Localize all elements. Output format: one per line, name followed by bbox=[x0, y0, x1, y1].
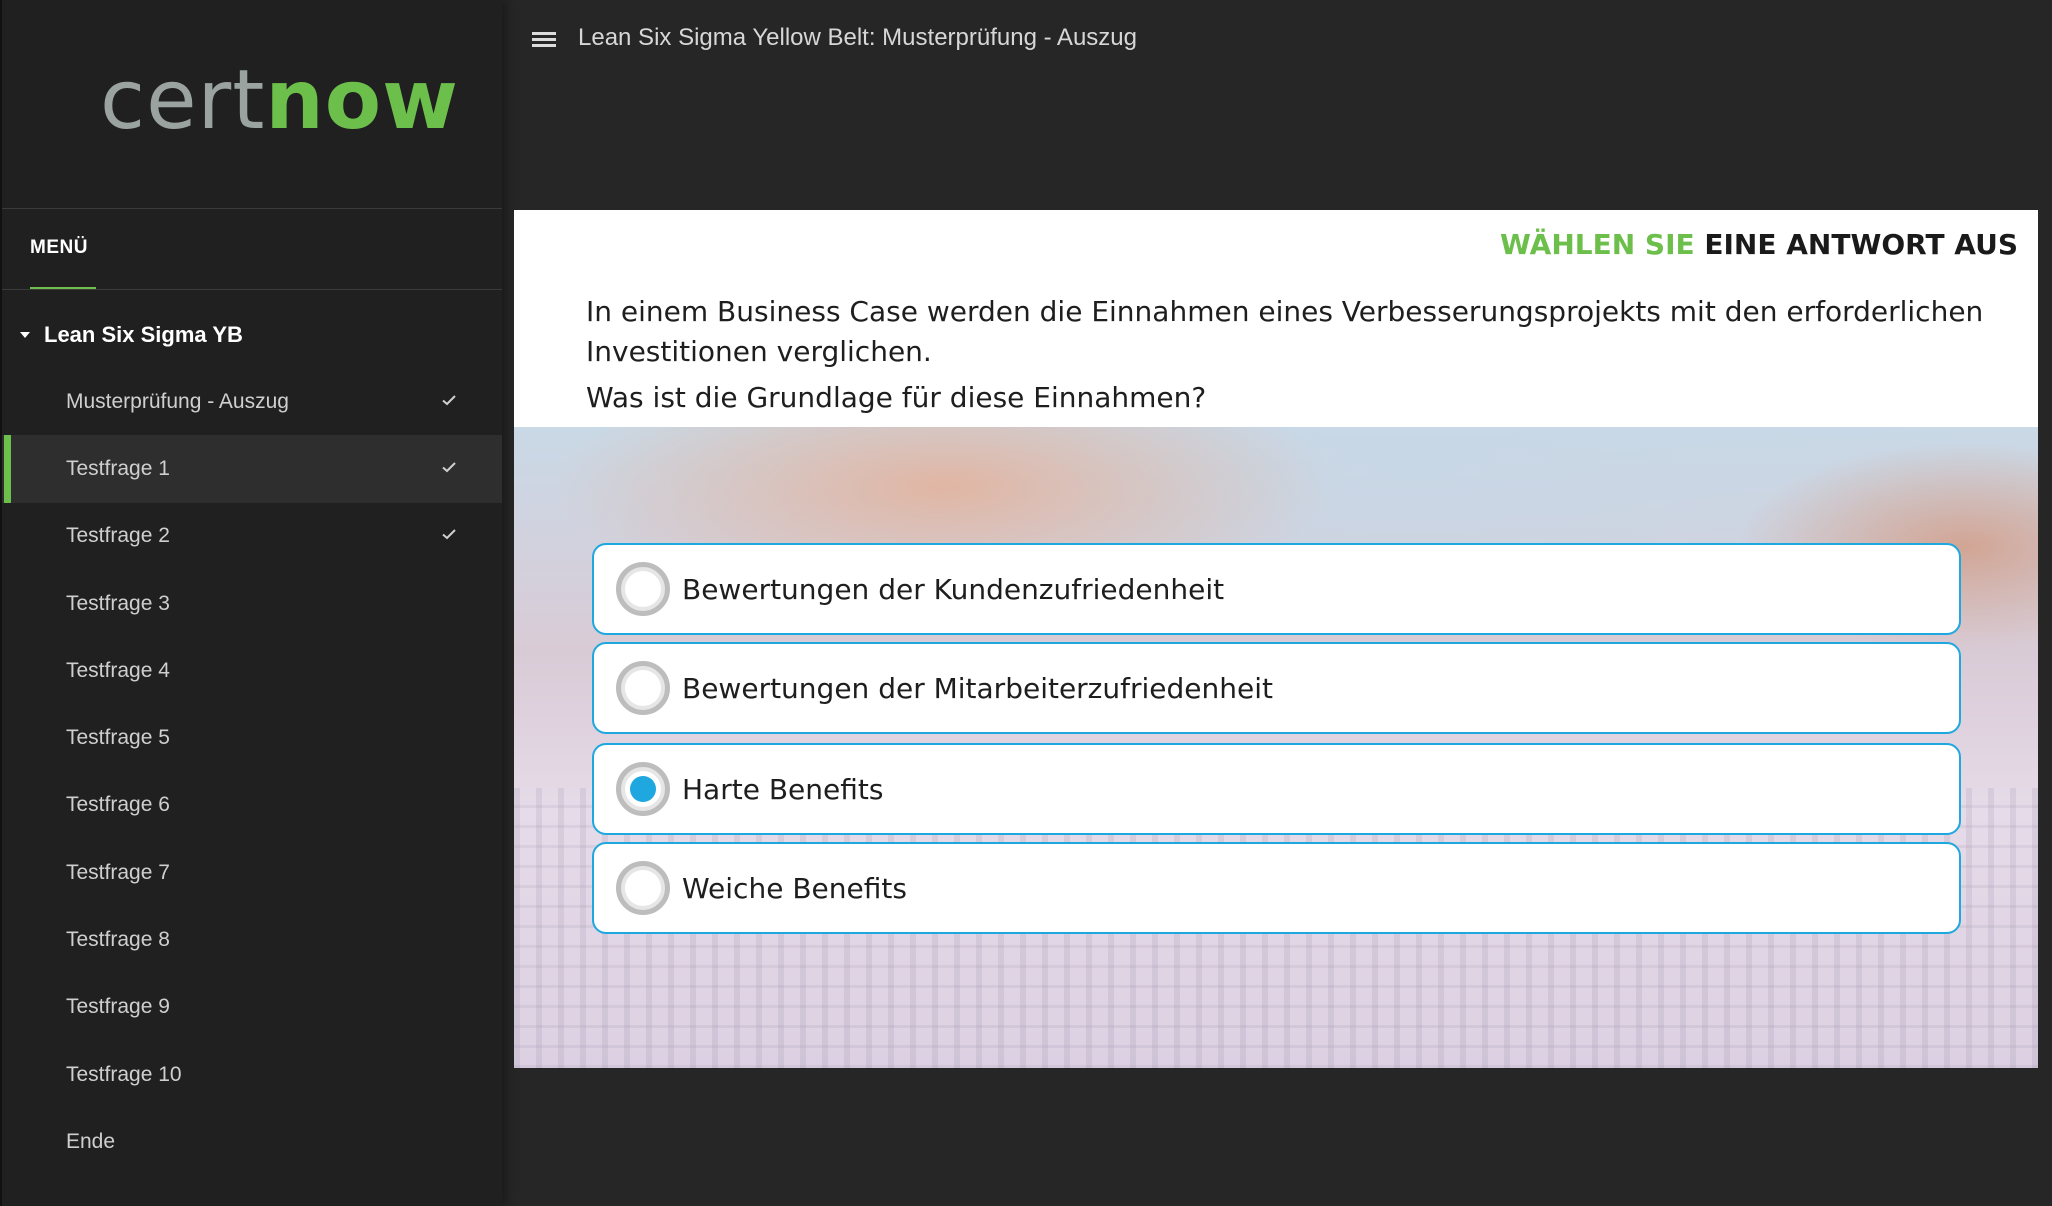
sidebar-item-label: Testfrage 1 bbox=[66, 456, 170, 480]
sidebar-section-lean-six-sigma[interactable]: Lean Six Sigma YB bbox=[20, 322, 243, 348]
answer-option-1[interactable]: Bewertungen der Kundenzufriedenheit bbox=[592, 543, 1961, 635]
course-title: Lean Six Sigma Yellow Belt: Musterprüfun… bbox=[578, 24, 1137, 51]
radio-selected-icon[interactable] bbox=[616, 762, 670, 816]
logo-part-cert: cert bbox=[100, 53, 266, 148]
instruction-rest: EINE ANTWORT AUS bbox=[1704, 228, 2018, 261]
answer-instruction: WÄHLEN SIE EINE ANTWORT AUS bbox=[1500, 228, 2018, 261]
question-card: WÄHLEN SIE EINE ANTWORT AUS In einem Bus… bbox=[514, 210, 2038, 1068]
sidebar-item-testfrage-3[interactable]: Testfrage 3 bbox=[2, 570, 502, 637]
instruction-highlight: WÄHLEN SIE bbox=[1500, 228, 1695, 261]
answer-label: Bewertungen der Kundenzufriedenheit bbox=[682, 572, 1225, 606]
sidebar-item-label: Testfrage 10 bbox=[66, 1062, 182, 1086]
sidebar-item-label: Testfrage 4 bbox=[66, 658, 170, 682]
sidebar-item-musterpruefung[interactable]: Musterprüfung - Auszug bbox=[2, 368, 502, 435]
sidebar-item-label: Testfrage 6 bbox=[66, 793, 170, 817]
sidebar-item-testfrage-9[interactable]: Testfrage 9 bbox=[2, 974, 502, 1041]
tab-menu[interactable]: MENÜ bbox=[30, 237, 88, 259]
answer-option-4[interactable]: Weiche Benefits bbox=[592, 842, 1961, 934]
caret-down-icon bbox=[20, 332, 30, 338]
sidebar-item-label: Testfrage 2 bbox=[66, 524, 170, 548]
sidebar-item-label: Musterprüfung - Auszug bbox=[66, 389, 289, 413]
sidebar-item-testfrage-8[interactable]: Testfrage 8 bbox=[2, 906, 502, 973]
sidebar-item-label: Testfrage 3 bbox=[66, 591, 170, 615]
sidebar-item-label: Testfrage 7 bbox=[66, 860, 170, 884]
sidebar-item-testfrage-5[interactable]: Testfrage 5 bbox=[2, 704, 502, 771]
checkmark-icon bbox=[442, 394, 456, 406]
sidebar-item-testfrage-7[interactable]: Testfrage 7 bbox=[2, 839, 502, 906]
answer-option-2[interactable]: Bewertungen der Mitarbeiterzufriedenheit bbox=[592, 642, 1961, 734]
sidebar-item-testfrage-6[interactable]: Testfrage 6 bbox=[2, 772, 502, 839]
question-text: In einem Business Case werden die Einnah… bbox=[586, 292, 2016, 418]
radio-unselected-icon[interactable] bbox=[616, 661, 670, 715]
certnow-logo: certnow bbox=[100, 60, 459, 142]
answer-label: Weiche Benefits bbox=[682, 871, 907, 905]
radio-unselected-icon[interactable] bbox=[616, 861, 670, 915]
answer-option-3[interactable]: Harte Benefits bbox=[592, 743, 1961, 835]
logo-divider bbox=[2, 208, 502, 209]
answer-label: Harte Benefits bbox=[682, 772, 884, 806]
radio-unselected-icon[interactable] bbox=[616, 562, 670, 616]
answer-options: Bewertungen der Kundenzufriedenheit Bewe… bbox=[592, 543, 1961, 941]
sidebar-item-label: Testfrage 8 bbox=[66, 928, 170, 952]
sidebar-section-label: Lean Six Sigma YB bbox=[44, 322, 243, 347]
hamburger-icon[interactable] bbox=[532, 32, 556, 48]
sidebar-item-label: Ende bbox=[66, 1129, 116, 1153]
menu-divider bbox=[2, 289, 502, 290]
sidebar-item-testfrage-1[interactable]: Testfrage 1 bbox=[2, 435, 502, 503]
logo-part-now: now bbox=[265, 53, 459, 148]
sidebar-item-testfrage-10[interactable]: Testfrage 10 bbox=[2, 1041, 502, 1108]
sidebar: certnow MENÜ Lean Six Sigma YB Musterprü… bbox=[0, 0, 502, 1206]
sidebar-item-label: Testfrage 9 bbox=[66, 995, 170, 1019]
sidebar-item-testfrage-2[interactable]: Testfrage 2 bbox=[2, 503, 502, 570]
sidebar-item-label: Testfrage 5 bbox=[66, 726, 170, 750]
answer-label: Bewertungen der Mitarbeiterzufriedenheit bbox=[682, 671, 1273, 705]
sidebar-nav-list: Musterprüfung - Auszug Testfrage 1 Testf… bbox=[2, 368, 502, 1176]
sidebar-item-testfrage-4[interactable]: Testfrage 4 bbox=[2, 637, 502, 704]
question-line-1: In einem Business Case werden die Einnah… bbox=[586, 295, 1984, 368]
sidebar-item-ende[interactable]: Ende bbox=[2, 1108, 502, 1175]
checkmark-icon bbox=[442, 462, 456, 473]
checkmark-icon bbox=[442, 529, 456, 540]
question-line-2: Was ist die Grundlage für diese Einnahme… bbox=[586, 381, 1207, 414]
